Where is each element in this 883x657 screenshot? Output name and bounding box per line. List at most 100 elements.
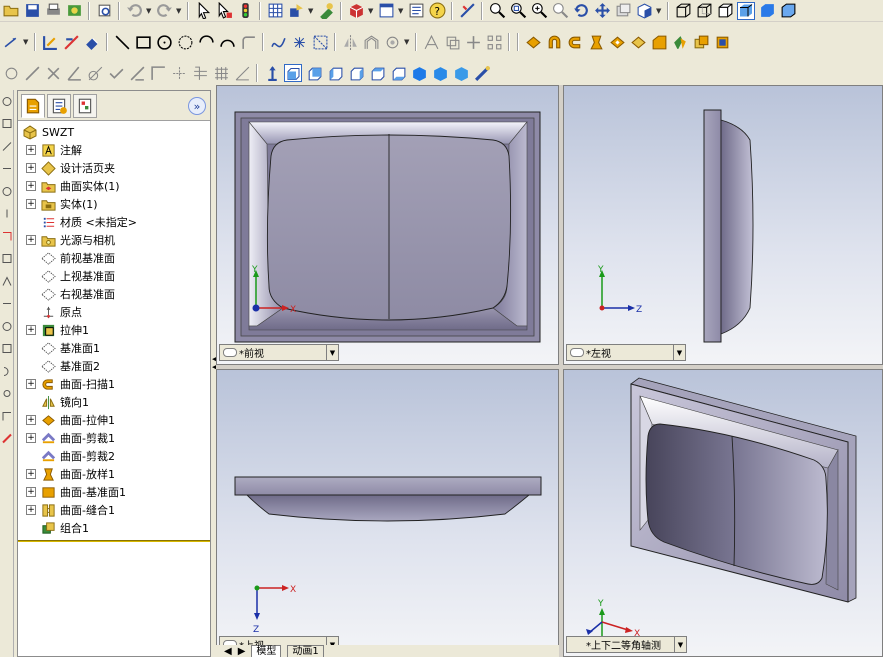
rotate-view-icon[interactable] xyxy=(572,2,590,20)
fix-relation-icon[interactable] xyxy=(170,64,188,82)
configuration-manager-tab[interactable] xyxy=(73,93,97,118)
add-relation-icon[interactable] xyxy=(2,64,20,82)
zoom-fit-icon[interactable] xyxy=(488,2,506,20)
tree-item[interactable]: + 曲面-扫描1 xyxy=(18,375,210,393)
feature-manager-tab[interactable] xyxy=(21,93,45,118)
sketch-tools-icon[interactable] xyxy=(458,2,476,20)
point-tool-icon[interactable] xyxy=(290,33,308,51)
expand-plus-icon[interactable]: + xyxy=(26,469,36,479)
layout-dropdown-icon[interactable]: ▼ xyxy=(398,7,404,15)
extend-entities-icon[interactable] xyxy=(443,33,461,51)
tree-item[interactable]: 右视基准面 xyxy=(18,285,210,303)
tree-item[interactable]: + 实体(1) xyxy=(18,195,210,213)
view-orientation-icon[interactable] xyxy=(635,2,653,20)
chevron-down-icon[interactable]: ▼ xyxy=(326,345,338,360)
extruded-boss-icon[interactable] xyxy=(524,33,542,51)
linear-pattern-icon[interactable] xyxy=(485,33,503,51)
top-view-icon[interactable] xyxy=(368,64,386,82)
expand-plus-icon[interactable]: + xyxy=(26,487,36,497)
chevron-down-icon[interactable]: ▼ xyxy=(673,345,685,360)
left-view-label-box[interactable]: *左视 ▼ xyxy=(566,344,686,361)
cube-dropdown-icon[interactable]: ▼ xyxy=(368,7,374,15)
view-layout-icon[interactable] xyxy=(377,2,395,20)
check-relation-icon[interactable] xyxy=(107,64,125,82)
fillet-icon[interactable] xyxy=(650,33,668,51)
3d-cube-icon[interactable] xyxy=(347,2,365,20)
tree-item[interactable]: + 注解 xyxy=(18,141,210,159)
centerpoint-arc-icon[interactable] xyxy=(176,33,194,51)
mirror-entities-icon[interactable] xyxy=(341,33,359,51)
bottom-view-icon[interactable] xyxy=(389,64,407,82)
tree-item[interactable]: 基准面1 xyxy=(18,339,210,357)
vertical-tool-icon[interactable] xyxy=(1,409,13,423)
vertical-tool-icon[interactable] xyxy=(1,207,13,221)
vertical-tool-icon[interactable] xyxy=(1,432,13,446)
vertical-tool-icon[interactable] xyxy=(1,162,13,176)
shaded-icon[interactable] xyxy=(758,2,776,20)
rebuild-icon[interactable] xyxy=(236,2,254,20)
left-view-icon[interactable] xyxy=(326,64,344,82)
select-other-icon[interactable] xyxy=(215,2,233,20)
circle-tool-icon[interactable] xyxy=(155,33,173,51)
vertical-tool-icon[interactable] xyxy=(1,297,13,311)
snap-icon[interactable] xyxy=(287,2,305,20)
tree-item[interactable]: 材质 <未指定> xyxy=(18,213,210,231)
extruded-cut-icon[interactable] xyxy=(608,33,626,51)
spline-tool-icon[interactable] xyxy=(269,33,287,51)
tangent-arc-icon[interactable] xyxy=(197,33,215,51)
chamfer-icon[interactable] xyxy=(671,33,689,51)
options-icon[interactable] xyxy=(65,2,83,20)
print-preview-icon[interactable] xyxy=(95,2,113,20)
expand-plus-icon[interactable]: + xyxy=(26,235,36,245)
vertical-tool-icon[interactable] xyxy=(1,274,13,288)
zoom-selection-icon[interactable] xyxy=(551,2,569,20)
revolved-boss-icon[interactable] xyxy=(545,33,563,51)
tree-item[interactable]: + 曲面-放样1 xyxy=(18,465,210,483)
properties-icon[interactable] xyxy=(407,2,425,20)
property-manager-tab[interactable] xyxy=(47,93,71,118)
shaded-with-edges-icon[interactable] xyxy=(737,1,755,20)
shell-icon[interactable] xyxy=(713,33,731,51)
hidden-lines-visible-icon[interactable] xyxy=(695,2,713,20)
smart-dimension-icon[interactable] xyxy=(2,33,20,51)
tree-root[interactable]: SWZT xyxy=(18,123,210,141)
intersect-relation-icon[interactable] xyxy=(44,64,62,82)
zoom-in-out-icon[interactable] xyxy=(530,2,548,20)
revolved-cut-icon[interactable] xyxy=(629,33,647,51)
chevron-down-icon[interactable]: ▼ xyxy=(674,637,686,652)
right-view-icon[interactable] xyxy=(347,64,365,82)
convert-entities-icon[interactable] xyxy=(383,33,401,51)
rectangle-tool-icon[interactable] xyxy=(134,33,152,51)
zoom-area-icon[interactable] xyxy=(509,2,527,20)
expand-plus-icon[interactable]: + xyxy=(26,433,36,443)
left-viewport[interactable]: Y Z *左视 ▼ xyxy=(563,85,883,365)
vertical-tool-icon[interactable] xyxy=(1,319,13,333)
front-view-label-box[interactable]: *前视 ▼ xyxy=(219,344,339,361)
open-icon[interactable] xyxy=(2,2,20,20)
angle-relation-icon[interactable] xyxy=(65,64,83,82)
tangent-relation-icon[interactable] xyxy=(86,64,104,82)
tree-item[interactable]: 前视基准面 xyxy=(18,249,210,267)
expand-plus-icon[interactable]: + xyxy=(26,415,36,425)
three-point-arc-icon[interactable] xyxy=(218,33,236,51)
expand-plus-icon[interactable]: + xyxy=(26,379,36,389)
grid-icon[interactable] xyxy=(266,2,284,20)
tree-item[interactable]: + 光源与相机 xyxy=(18,231,210,249)
tab-scroll-right-icon[interactable]: ▶ xyxy=(238,646,246,657)
expand-plus-icon[interactable]: + xyxy=(26,505,36,515)
vertical-tool-icon[interactable] xyxy=(1,252,13,266)
redo-icon[interactable] xyxy=(155,2,173,20)
view-selector-icon[interactable] xyxy=(473,64,491,82)
back-view-icon[interactable] xyxy=(305,64,323,82)
trimetric-view-icon[interactable] xyxy=(431,64,449,82)
tree-item[interactable]: 组合1 xyxy=(18,519,210,537)
expand-plus-icon[interactable]: + xyxy=(26,199,36,209)
vertical-tool-icon[interactable] xyxy=(1,229,13,243)
save-icon[interactable] xyxy=(23,2,41,20)
vertical-tool-icon[interactable] xyxy=(1,387,13,401)
dimension-dropdown-icon[interactable]: ▼ xyxy=(23,38,29,46)
lofted-boss-icon[interactable] xyxy=(587,33,605,51)
isometric-view-icon[interactable] xyxy=(410,64,428,82)
grid-relation-icon[interactable] xyxy=(212,64,230,82)
collapse-panel-button[interactable]: » xyxy=(188,97,206,115)
